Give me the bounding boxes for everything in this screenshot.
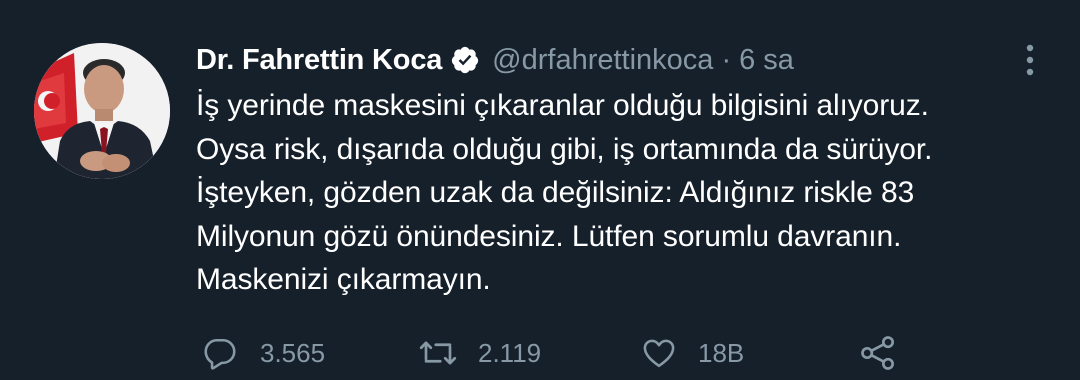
reply-icon bbox=[202, 335, 238, 371]
tweet-card[interactable]: Dr. Fahrettin Koca @drfahrettinkoca · 6 … bbox=[0, 0, 1080, 380]
share-icon bbox=[858, 333, 898, 373]
verified-badge-icon bbox=[450, 45, 480, 75]
like-button[interactable]: 18B bbox=[640, 328, 744, 378]
author-name[interactable]: Dr. Fahrettin Koca bbox=[196, 44, 442, 77]
heart-icon bbox=[640, 335, 678, 371]
tweet-text-line: Oysa risk, dışarıda olduğu gibi, iş orta… bbox=[196, 132, 933, 166]
tweet-text-line: İşteyken, gözden uzak da değilsiniz: Ald… bbox=[196, 176, 915, 209]
share-button[interactable] bbox=[858, 328, 898, 378]
tweet-header: Dr. Fahrettin Koca @drfahrettinkoca · 6 … bbox=[196, 40, 794, 80]
like-count: 18B bbox=[698, 337, 745, 368]
tweet-text-line: Milyonun gözü önündesiniz. Lütfen soruml… bbox=[196, 219, 902, 253]
tweet-timestamp[interactable]: 6 sa bbox=[739, 44, 794, 77]
reply-count: 3.565 bbox=[260, 337, 326, 368]
reply-button[interactable]: 3.565 bbox=[202, 328, 325, 378]
retweet-count: 2.119 bbox=[478, 337, 542, 368]
avatar[interactable] bbox=[34, 43, 170, 179]
avatar-image bbox=[34, 43, 170, 179]
tweet-text: İş yerinde maskesini çıkaranlar olduğu b… bbox=[196, 84, 1056, 302]
header-separator: · bbox=[721, 43, 732, 76]
tweet-actions: 3.565 2.119 18B bbox=[196, 328, 1056, 378]
more-vertical-icon[interactable] bbox=[1018, 40, 1042, 80]
retweet-icon bbox=[418, 335, 458, 371]
tweet-text-line: İş yerinde maskesini çıkaranlar olduğu b… bbox=[196, 89, 929, 122]
author-handle[interactable]: @drfahrettinkoca bbox=[492, 44, 713, 77]
retweet-button[interactable]: 2.119 bbox=[418, 328, 541, 378]
tweet-text-line: Maskenizi çıkarmayın. bbox=[196, 263, 491, 296]
